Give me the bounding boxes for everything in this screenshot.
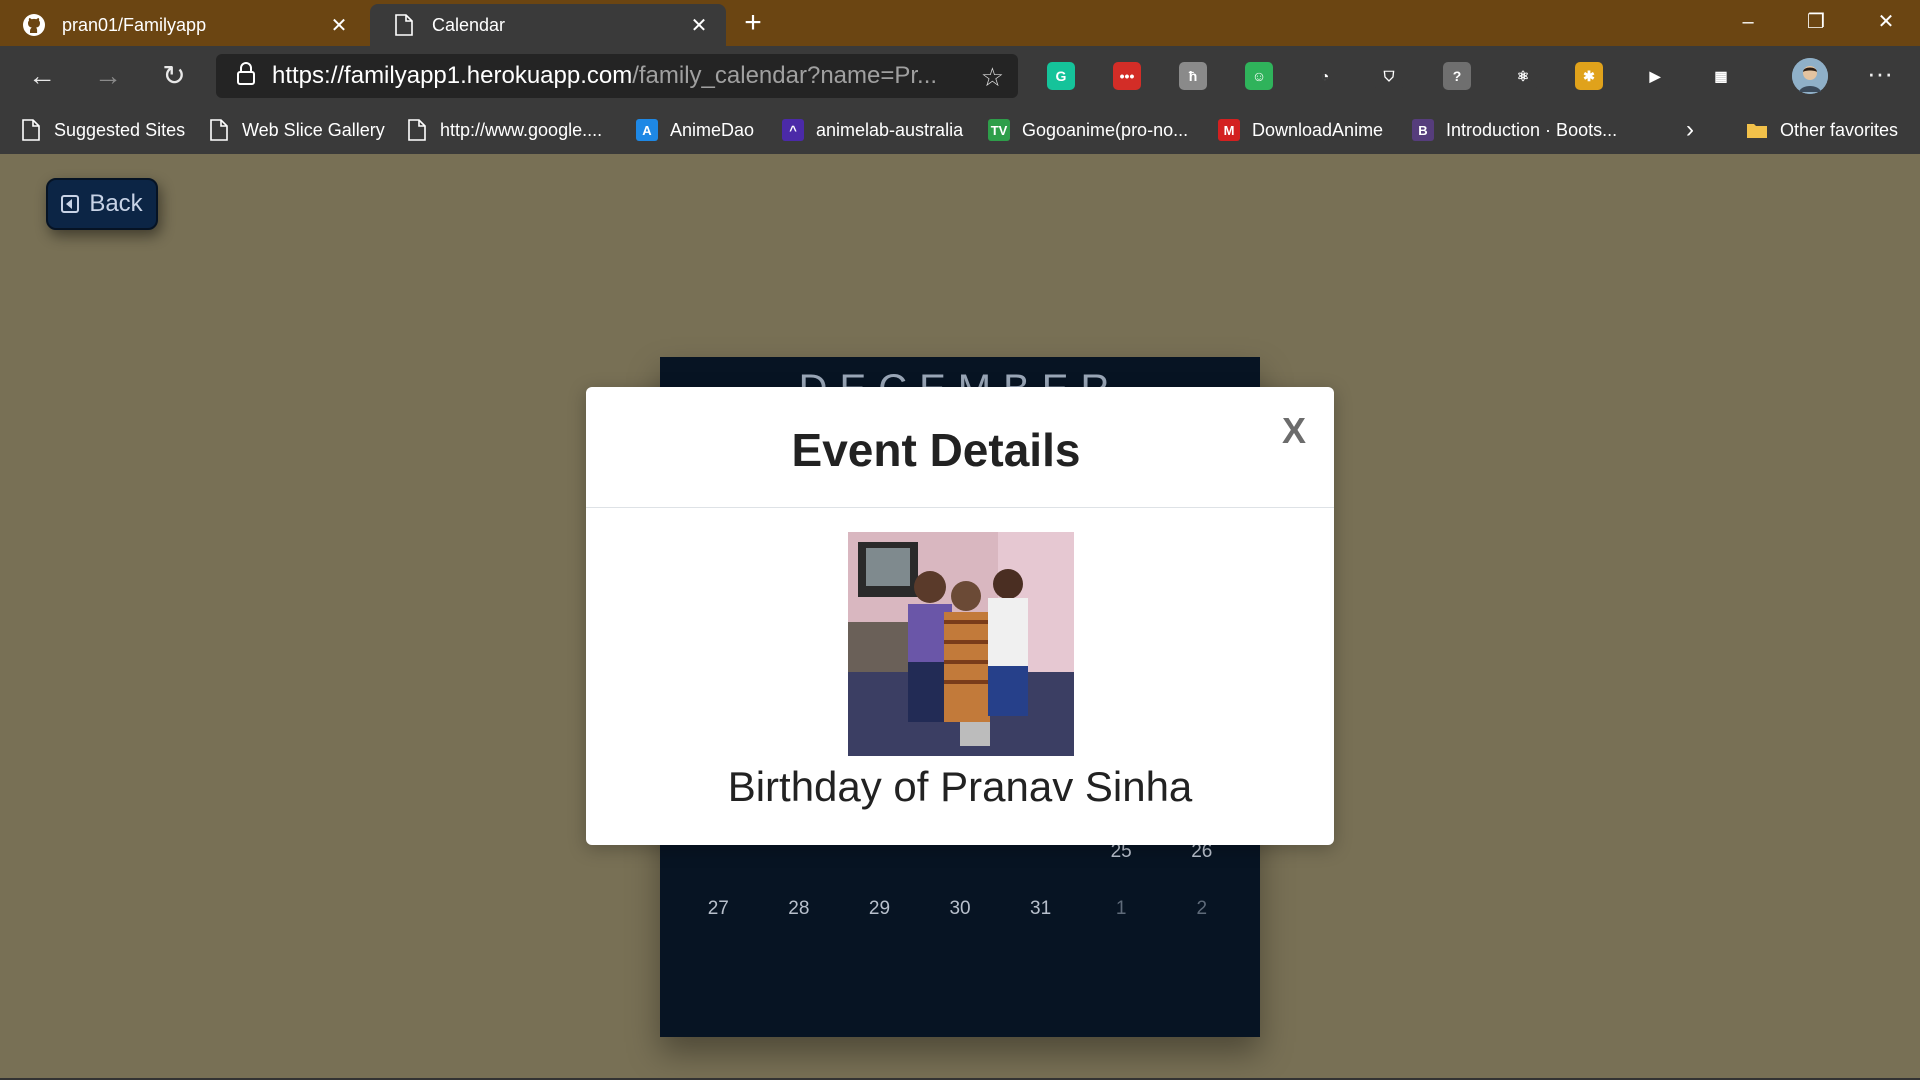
calendar-day[interactable]: 30 xyxy=(920,898,1001,920)
bookmark-item[interactable]: M DownloadAnime xyxy=(1218,114,1383,146)
event-name: Birthday of Pranav Sinha xyxy=(727,763,1193,810)
back-arrow-icon[interactable]: ← xyxy=(22,58,62,94)
browser-toolbar: ← → ↻ https://familyapp1.herokuapp.com/f… xyxy=(0,46,1920,106)
bookmark-label: http://www.google.... xyxy=(440,119,603,140)
url-path: /family_calendar?name=Pr... xyxy=(632,62,938,89)
gogoanime-icon: TV xyxy=(988,119,1010,141)
bookmarks-bar: Suggested Sites Web Slice Gallery http://w… xyxy=(0,106,1920,154)
close-window-button[interactable]: ✕ xyxy=(1852,0,1920,44)
play-icon[interactable]: ▶ xyxy=(1641,62,1669,90)
downloadanime-icon: M xyxy=(1218,119,1240,141)
refresh-icon[interactable]: ↻ xyxy=(154,58,194,94)
back-box-icon xyxy=(61,195,80,213)
event-photo xyxy=(848,532,1074,756)
more-menu-button[interactable]: ··· xyxy=(1860,58,1900,94)
extension-h-icon[interactable]: ħ xyxy=(1179,62,1207,90)
event-details-modal: Event Details X Birthday of Pranav Sinha xyxy=(586,387,1334,845)
grid-extension-icon[interactable]: ▦ xyxy=(1707,62,1735,90)
other-favorites[interactable]: Other favorites xyxy=(1746,114,1898,146)
modal-title: Event Details xyxy=(791,424,1081,476)
calendar-day[interactable]: 31 xyxy=(1000,898,1081,920)
tab-strip: pran01/Familyapp ✕ Calendar ✕ + – ❐ ✕ xyxy=(0,0,1920,46)
bookmark-label: AnimeDao xyxy=(670,119,755,140)
calendar-day[interactable]: 2 xyxy=(1161,898,1242,920)
animelab-icon: ^ xyxy=(782,119,804,141)
url-host: familyapp1.herokuapp.com xyxy=(344,62,633,89)
calendar-day[interactable]: 27 xyxy=(678,898,759,920)
forward-arrow-icon[interactable]: → xyxy=(88,58,128,94)
favorite-star-icon[interactable]: ☆ xyxy=(981,62,1004,93)
colorful-extension-icon[interactable]: ✱ xyxy=(1575,62,1603,90)
bookmark-item[interactable]: A AnimeDao xyxy=(636,114,754,146)
tab-label: Calendar xyxy=(432,14,506,35)
bookmarks-overflow-icon[interactable]: › xyxy=(1686,114,1694,146)
bookmark-item[interactable]: Suggested Sites xyxy=(20,114,185,146)
close-tab-icon[interactable]: ✕ xyxy=(324,13,354,38)
bookmark-label: Web Slice Gallery xyxy=(242,119,385,140)
folder-icon xyxy=(1746,119,1768,141)
bookmark-label: animelab-australia xyxy=(816,119,964,140)
bookmark-item[interactable]: TV Gogoanime(pro-no... xyxy=(988,114,1188,146)
react-devtools-icon[interactable]: ⚛ xyxy=(1509,62,1537,90)
close-tab-icon[interactable]: ✕ xyxy=(684,13,714,38)
bookmark-label: Gogoanime(pro-no... xyxy=(1022,119,1189,140)
address-bar[interactable]: https://familyapp1.herokuapp.com/family_… xyxy=(216,54,1018,98)
profile-avatar[interactable] xyxy=(1792,58,1828,94)
shield-icon[interactable]: ⛉ xyxy=(1375,62,1403,90)
bookmark-label: Introduction · Boots... xyxy=(1446,119,1618,140)
speedometer-icon[interactable]: ◔ xyxy=(1311,62,1339,90)
bookmark-item[interactable]: Web Slice Gallery xyxy=(208,114,385,146)
url-scheme: https:// xyxy=(272,62,345,89)
extension-green-icon[interactable]: ☺ xyxy=(1245,62,1273,90)
bookmark-item[interactable]: B Introduction · Boots... xyxy=(1412,114,1617,146)
tab-calendar[interactable]: Calendar ✕ xyxy=(370,4,726,46)
restore-button[interactable]: ❐ xyxy=(1782,0,1850,44)
bootstrap-icon: B xyxy=(1412,119,1434,141)
modal-close-button[interactable]: X xyxy=(1276,411,1312,451)
url-text[interactable]: https://familyapp1.herokuapp.com/family_… xyxy=(272,62,962,90)
lock-icon xyxy=(236,61,256,91)
modal-header: Event Details X xyxy=(586,387,1334,508)
bookmark-item[interactable]: http://www.google.... xyxy=(406,114,602,146)
page-icon xyxy=(208,119,230,141)
minimize-button[interactable]: – xyxy=(1714,0,1782,44)
calendar-day[interactable]: 28 xyxy=(759,898,840,920)
bookmark-label: Suggested Sites xyxy=(54,119,186,140)
calendar-day[interactable]: 1 xyxy=(1081,898,1162,920)
lastpass-icon[interactable]: ••• xyxy=(1113,62,1141,90)
calendar-week-row: 27 28 29 30 31 1 2 xyxy=(678,898,1242,920)
tab-label: pran01/Familyapp xyxy=(62,14,207,35)
github-icon xyxy=(22,13,46,37)
page-icon xyxy=(20,119,42,141)
calendar-day[interactable]: 29 xyxy=(839,898,920,920)
bookmark-item[interactable]: ^ animelab-australia xyxy=(782,114,963,146)
new-tab-button[interactable]: + xyxy=(738,6,768,40)
bookmark-label: DownloadAnime xyxy=(1252,119,1384,140)
page-content: Back DECEMBER 2526 272829303112 Event De… xyxy=(0,154,1920,1080)
back-button[interactable]: Back xyxy=(46,178,158,230)
page-icon xyxy=(392,13,416,37)
unknown-extension-icon[interactable]: ? xyxy=(1443,62,1471,90)
page-icon xyxy=(406,119,428,141)
grammarly-icon[interactable]: G xyxy=(1047,62,1075,90)
back-label: Back xyxy=(89,190,143,217)
animedao-icon: A xyxy=(636,119,658,141)
tab-familyapp-github[interactable]: pran01/Familyapp ✕ xyxy=(0,4,366,46)
other-favorites-label: Other favorites xyxy=(1780,119,1899,140)
